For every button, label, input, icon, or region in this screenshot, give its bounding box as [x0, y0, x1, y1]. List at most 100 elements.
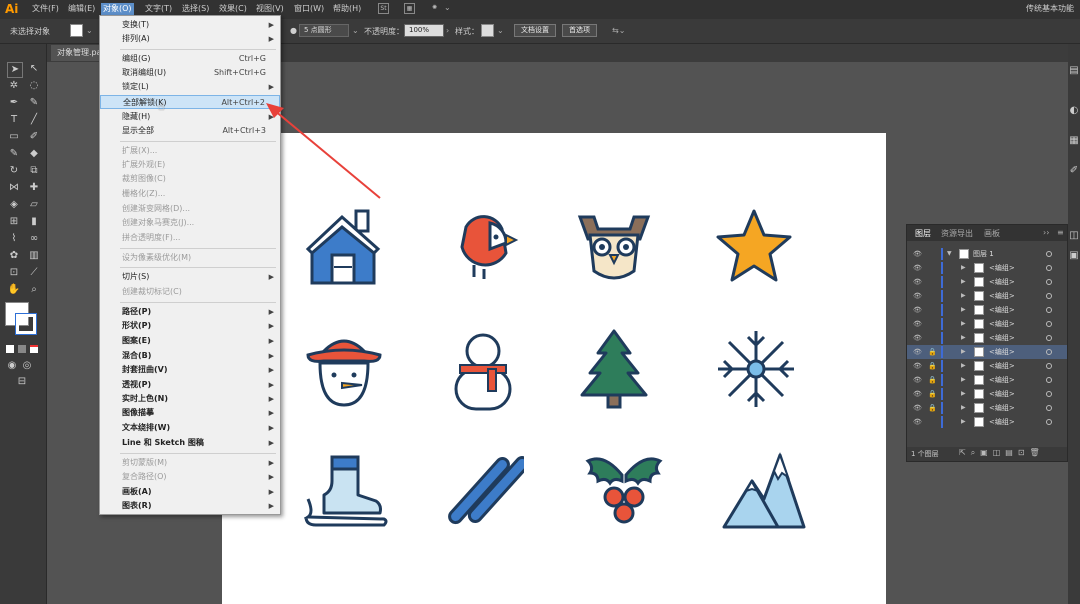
christmas-tree-icon[interactable]: [574, 329, 654, 413]
hand-tool-icon[interactable]: ✋: [7, 283, 21, 297]
opacity-input[interactable]: 100%: [404, 24, 444, 37]
chevron-right-icon[interactable]: ▶: [961, 401, 966, 415]
chevron-right-icon[interactable]: ▶: [961, 275, 966, 289]
visibility-eye-icon[interactable]: 👁: [913, 359, 922, 373]
shaper-tool-icon[interactable]: ✎: [7, 147, 21, 161]
blend-tool-icon[interactable]: ∞: [27, 232, 41, 246]
gpu-performance-icon[interactable]: ✺: [429, 3, 440, 14]
collapse-icon[interactable]: ››: [1043, 228, 1049, 237]
chevron-down-icon[interactable]: ⌄: [352, 26, 359, 35]
lock-icon[interactable]: 🔒: [928, 373, 937, 387]
arrange-grid-icon[interactable]: ▦: [404, 3, 415, 14]
layer-group-row[interactable]: 👁 ▶ <编组>: [907, 261, 1067, 275]
graph-tool-icon[interactable]: ▥: [27, 249, 41, 263]
scale-tool-icon[interactable]: ⧉: [27, 164, 41, 178]
type-tool-icon[interactable]: T: [7, 113, 21, 127]
screen-mode-icon[interactable]: ⊟: [15, 375, 29, 389]
visibility-eye-icon[interactable]: 👁: [913, 415, 922, 429]
eyedropper-icon[interactable]: ⌇: [7, 232, 21, 246]
mesh-tool-icon[interactable]: ⊞: [7, 215, 21, 229]
holly-icon[interactable]: [584, 451, 664, 531]
paintbrush-icon[interactable]: ✐: [27, 130, 41, 144]
artboard-tool-icon[interactable]: ⊡: [7, 266, 21, 280]
menu-item-lock[interactable]: 锁定(L) ▶: [100, 80, 280, 94]
graphic-style-swatch[interactable]: [481, 24, 494, 37]
menu-item-ungroup[interactable]: 取消编组(U) Shift+Ctrl+G: [100, 66, 280, 80]
chevron-right-icon[interactable]: ▶: [961, 345, 966, 359]
lock-icon[interactable]: 🔒: [928, 359, 937, 373]
menu-item-artboards[interactable]: 画板(A) ▶: [100, 485, 280, 499]
menu-item-blend[interactable]: 混合(B) ▶: [100, 349, 280, 363]
menu-item-path[interactable]: 路径(P) ▶: [100, 305, 280, 319]
house-icon[interactable]: [304, 207, 384, 287]
brushes-icon[interactable]: ✐: [1068, 164, 1080, 178]
chevron-right-icon[interactable]: ▶: [961, 387, 966, 401]
skis-icon[interactable]: [444, 451, 524, 531]
puppet-warp-icon[interactable]: ✚: [27, 181, 41, 195]
properties-icon[interactable]: ▤: [1068, 64, 1080, 78]
layer-group-row[interactable]: 👁 🔒 ▶ <编组>: [907, 373, 1067, 387]
target-circle-icon[interactable]: [1046, 293, 1052, 299]
menu-object[interactable]: 对象(O): [101, 3, 134, 15]
tab-asset-export[interactable]: 资源导出: [941, 228, 973, 239]
menu-file[interactable]: 文件(F): [30, 3, 61, 15]
menu-item-arrange[interactable]: 排列(A) ▶: [100, 32, 280, 46]
layer-group-row[interactable]: 👁 🔒 ▶ <编组>: [907, 359, 1067, 373]
menu-item-hide[interactable]: 隐藏(H) ▶: [100, 110, 280, 124]
document-setup-button[interactable]: 文档设置: [514, 24, 556, 37]
visibility-eye-icon[interactable]: 👁: [913, 317, 922, 331]
layers-dock-icon[interactable]: ◫: [1068, 229, 1080, 243]
menu-effect[interactable]: 效果(C): [217, 3, 249, 15]
layer-group-row[interactable]: 👁 ▶ <编组>: [907, 317, 1067, 331]
selection-tool-icon[interactable]: ➤: [7, 62, 23, 78]
rotate-tool-icon[interactable]: ↻: [7, 164, 21, 178]
layer-group-row[interactable]: 👁 ▶ <编组>: [907, 303, 1067, 317]
menu-type[interactable]: 文字(T): [143, 3, 174, 15]
target-circle-icon[interactable]: [1046, 391, 1052, 397]
chevron-right-icon[interactable]: ▶: [961, 289, 966, 303]
ice-skate-icon[interactable]: [304, 451, 388, 531]
menu-item-expand[interactable]: 扩展(X)...: [100, 144, 280, 158]
stock-icon[interactable]: St: [378, 3, 389, 14]
menu-item-graph[interactable]: 图表(R) ▶: [100, 499, 280, 513]
direct-selection-tool-icon[interactable]: ↖: [27, 62, 41, 76]
chevron-down-icon[interactable]: ⌄: [497, 26, 504, 35]
layer-row[interactable]: 👁 ▼ 图层 1: [907, 247, 1067, 261]
layer-group-row[interactable]: 👁 ▶ <编组>: [907, 275, 1067, 289]
slice-tool-icon[interactable]: ⟋: [27, 266, 41, 280]
draw-mode-icon[interactable]: ◉: [5, 359, 19, 373]
menu-item-perspective[interactable]: 透视(P) ▶: [100, 378, 280, 392]
gradient-mode-icon[interactable]: [18, 345, 26, 353]
menu-item-expand-appearance[interactable]: 扩展外观(E): [100, 158, 280, 172]
menu-item-group[interactable]: 编组(G) Ctrl+G: [100, 52, 280, 66]
lock-icon[interactable]: 🔒: [928, 401, 937, 415]
chevron-right-icon[interactable]: ▶: [961, 373, 966, 387]
color-mode-icon[interactable]: [6, 345, 14, 353]
visibility-eye-icon[interactable]: 👁: [913, 289, 922, 303]
chevron-right-icon[interactable]: ▶: [961, 359, 966, 373]
menu-window[interactable]: 窗口(W): [292, 3, 326, 15]
align-options-icon[interactable]: ⇆⌄: [612, 26, 625, 35]
menu-item-transform[interactable]: 变换(T) ▶: [100, 18, 280, 32]
artboards-dock-icon[interactable]: ▣: [1068, 249, 1080, 263]
fill-swatch[interactable]: [70, 24, 83, 37]
menu-item-crop-image[interactable]: 裁剪图像(C): [100, 172, 280, 186]
swatches-icon[interactable]: ▦: [1068, 134, 1080, 148]
target-circle-icon[interactable]: [1046, 363, 1052, 369]
zoom-tool-icon[interactable]: ⌕: [27, 283, 41, 297]
visibility-eye-icon[interactable]: 👁: [913, 303, 922, 317]
menu-item-shape[interactable]: 形状(P) ▶: [100, 319, 280, 333]
symbol-sprayer-icon[interactable]: ✿: [7, 249, 21, 263]
draw-behind-icon[interactable]: ◎: [20, 359, 34, 373]
menu-item-trim-marks[interactable]: 创建裁切标记(C): [100, 285, 280, 299]
layer-group-row[interactable]: 👁 🔒 ▶ <编组>: [907, 387, 1067, 401]
owl-icon[interactable]: [574, 209, 654, 289]
lasso-icon[interactable]: ◌: [27, 79, 41, 93]
menu-item-gradient-mesh[interactable]: 创建渐变网格(D)...: [100, 202, 280, 216]
star-icon[interactable]: [714, 207, 794, 287]
target-circle-icon[interactable]: [1046, 307, 1052, 313]
menu-item-slice[interactable]: 切片(S) ▶: [100, 270, 280, 284]
snowflake-icon[interactable]: [716, 329, 796, 409]
width-tool-icon[interactable]: ⋈: [7, 181, 21, 195]
menu-help[interactable]: 帮助(H): [331, 3, 363, 15]
